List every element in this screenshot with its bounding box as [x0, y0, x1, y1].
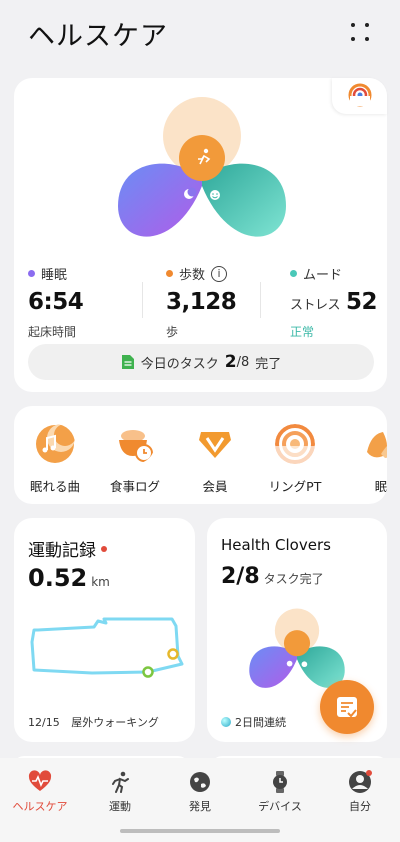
- task-total: /8: [236, 354, 250, 370]
- task-suffix: 完了: [255, 356, 282, 372]
- heart-pulse-icon: [28, 770, 52, 791]
- grid-dots-icon[interactable]: [348, 20, 374, 46]
- mood-label: ムード: [303, 268, 343, 283]
- steps-value: 3,128: [166, 289, 237, 315]
- steps-sub: 歩: [166, 325, 179, 339]
- health-clover-graphic: [118, 97, 286, 237]
- profile-icon: [349, 770, 372, 793]
- clovers-title: Health Clovers: [221, 536, 331, 554]
- sleep-label: 睡眠: [41, 268, 68, 283]
- checklist-icon: [337, 697, 357, 718]
- sleep-value: 6:54: [28, 289, 84, 315]
- sleep-metric[interactable]: 睡眠 6:54 起床時間: [28, 264, 84, 340]
- exercise-title: 運動記録: [28, 541, 96, 561]
- nav-devices[interactable]: デバイス: [240, 770, 320, 814]
- stress-label: ストレス: [290, 298, 341, 313]
- notification-dot: [101, 546, 107, 552]
- exercise-unit: km: [91, 575, 110, 589]
- ring-icon: [348, 83, 372, 107]
- steps-dot: [166, 270, 173, 277]
- mood-dot: [290, 270, 297, 277]
- ring-pt-icon: [275, 424, 315, 464]
- route-map: [30, 617, 184, 678]
- sleep-sub: 起床時間: [28, 325, 77, 339]
- task-label: 今日のタスク: [140, 356, 219, 372]
- summary-card[interactable]: 睡眠 6:54 起床時間 歩数 i 3,128 歩 ムード ストレス 52 正常…: [14, 78, 387, 392]
- watch-icon: [273, 771, 287, 793]
- clovers-unit: タスク完了: [263, 572, 324, 586]
- header: ヘルスケア: [0, 0, 400, 70]
- info-icon[interactable]: i: [211, 265, 228, 282]
- task-done: 2: [224, 352, 237, 372]
- exercise-activity: 屋外ウォーキング: [71, 716, 159, 729]
- meal-log-icon: [119, 430, 153, 462]
- shortcut-sleep[interactable]: 眠: [342, 424, 387, 495]
- task-checklist-fab[interactable]: [320, 680, 374, 734]
- document-icon: [121, 355, 134, 369]
- streak-icon: [221, 717, 231, 727]
- shortcuts-card: 眠れる曲 食事ログ 会員 リングPT 眠: [14, 406, 387, 504]
- exercise-record-card[interactable]: 運動記録 0.52 km 12/15 屋外ウォーキング: [14, 518, 195, 742]
- nav-profile[interactable]: 自分: [320, 770, 400, 814]
- daily-task-pill[interactable]: 今日のタスク 2/8 完了: [28, 344, 374, 380]
- shortcut-sleep-music[interactable]: 眠れる曲: [16, 424, 94, 495]
- steps-metric[interactable]: 歩数 i 3,128 歩: [166, 264, 237, 340]
- shortcut-ring-pt[interactable]: リングPT: [256, 424, 334, 495]
- divider: [260, 282, 261, 318]
- clovers-streak: 2日間連続: [235, 716, 286, 729]
- divider: [142, 282, 143, 318]
- globe-icon: [190, 772, 210, 792]
- sleep-dot: [28, 270, 35, 277]
- nav-healthcare[interactable]: ヘルスケア: [0, 770, 80, 814]
- smile-icon: [210, 190, 220, 200]
- stress-value: 52: [346, 289, 378, 315]
- page-title: ヘルスケア: [28, 21, 168, 52]
- sleep-icon: [367, 432, 387, 458]
- mood-metric[interactable]: ムード ストレス 52 正常: [290, 264, 378, 340]
- shortcut-membership[interactable]: 会員: [176, 424, 254, 495]
- shortcut-meal-log[interactable]: 食事ログ: [96, 424, 174, 495]
- nav-discover[interactable]: 発見: [160, 770, 240, 814]
- home-indicator: [120, 829, 280, 833]
- exercise-date: 12/15: [28, 716, 60, 729]
- runner-icon: [112, 771, 129, 793]
- membership-icon: [199, 432, 231, 458]
- notification-dot: [366, 770, 372, 776]
- mood-sub: 正常: [290, 325, 315, 339]
- clovers-value: 2/8: [221, 564, 260, 589]
- exercise-distance: 0.52: [28, 564, 88, 592]
- ring-badge[interactable]: [332, 78, 387, 114]
- steps-label: 歩数: [179, 268, 206, 283]
- sleep-music-icon: [36, 424, 76, 463]
- nav-exercise[interactable]: 運動: [80, 770, 160, 814]
